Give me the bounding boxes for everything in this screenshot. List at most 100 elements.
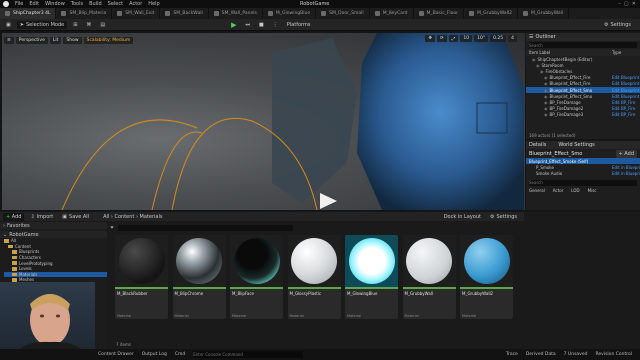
document-tab[interactable]: M_KeyCard xyxy=(370,8,414,19)
menu-item-edit[interactable]: Edit xyxy=(29,1,39,7)
menu-item-build[interactable]: Build xyxy=(89,1,102,7)
asset-tile[interactable]: M_GrubbyWall2 Material xyxy=(460,235,513,319)
breadcrumb-all[interactable]: All xyxy=(103,214,109,220)
import-button[interactable]: ⇩ Import xyxy=(27,213,56,221)
filter-icon[interactable]: ⏷ xyxy=(110,225,114,231)
document-tab[interactable]: M_GrubbyWall xyxy=(518,8,570,19)
edit-in-blueprint-link[interactable]: Edit in Blueprint xyxy=(612,171,640,176)
level-viewport[interactable]: ≡ Perspective Lit Show Scalability: Medi… xyxy=(2,33,525,210)
trace-button[interactable]: Trace xyxy=(506,352,518,357)
show-button[interactable]: Show xyxy=(63,36,82,44)
asset-tile[interactable]: M_GlowingBlue Material xyxy=(345,235,398,319)
outliner-row[interactable]: ◉ Blueprint_Effect_Fire Edit Blueprint xyxy=(526,81,640,87)
outliner-row[interactable]: ◉ BP_FireDamage Edit BP_Fire xyxy=(526,99,640,105)
details-filter-tab[interactable]: Misc xyxy=(588,188,597,193)
visibility-eye-icon[interactable]: ◉ xyxy=(544,112,548,117)
menu-item-tools[interactable]: Tools xyxy=(71,1,83,7)
document-tab[interactable]: SM_Wall_Panels xyxy=(209,8,263,19)
settings-button[interactable]: ⚙ Settings xyxy=(601,21,634,29)
details-search-input[interactable] xyxy=(529,179,637,186)
visibility-eye-icon[interactable]: ◉ xyxy=(540,69,544,74)
unsaved-button[interactable]: 7 Unsaved xyxy=(564,352,588,357)
document-tab[interactable]: SM_Door_Small xyxy=(316,8,370,19)
edit-in-blueprint-link[interactable]: Edit in Blueprint xyxy=(612,165,640,170)
outliner-row[interactable]: ◉ BP_FireDamage3 Edit BP_Fire xyxy=(526,112,640,118)
menu-item-file[interactable]: File xyxy=(15,1,23,7)
outliner-row[interactable]: ◉ Blueprint_Effect_Fire Edit Blueprint xyxy=(526,75,640,81)
angle-snap-value[interactable]: 10° xyxy=(474,35,489,42)
add-button[interactable]: + Add xyxy=(3,212,25,221)
visibility-eye-icon[interactable]: ◉ xyxy=(536,63,540,68)
window-controls[interactable]: – ▢ ✕ xyxy=(618,1,636,7)
outliner-row-type[interactable]: Edit BP_Fire xyxy=(612,106,640,111)
column-item-label[interactable]: Item Label xyxy=(529,50,612,55)
play-options-icon[interactable]: ⋮ xyxy=(270,21,281,29)
cb-settings-button[interactable]: ⚙ Settings xyxy=(487,213,520,221)
outliner-row[interactable]: ◉ Blueprint_Effect_Smo Edit Blueprint xyxy=(526,86,640,94)
asset-tile[interactable]: M_BlipChrome Material xyxy=(172,235,226,319)
blueprint-icon[interactable]: ⌘ xyxy=(83,21,94,29)
document-tab[interactable]: SM_Blip_Materia xyxy=(56,8,113,19)
outliner-row-type[interactable]: Edit BP_Fire xyxy=(612,112,640,117)
asset-tile[interactable]: M_GrubbyWall Material xyxy=(402,235,456,319)
stop-button[interactable]: ■ xyxy=(256,21,267,29)
document-tab[interactable]: M_Basic_Floor xyxy=(414,8,465,19)
add-content-icon[interactable]: ⊞ xyxy=(70,21,80,29)
details-filter-tab[interactable]: LOD xyxy=(571,188,579,193)
asset-tile[interactable]: M_BlipFace Material xyxy=(230,235,283,319)
step-button[interactable]: ⏭ xyxy=(243,21,254,29)
menu-item-window[interactable]: Window xyxy=(45,1,65,7)
outliner-row-type[interactable]: Edit BP_Fire xyxy=(612,100,640,105)
details-filter-tab[interactable]: General xyxy=(529,188,545,193)
visibility-eye-icon[interactable]: ◉ xyxy=(544,106,548,111)
visibility-eye-icon[interactable]: ◉ xyxy=(544,94,548,99)
fov-value[interactable]: 0.25 xyxy=(490,35,507,42)
outliner-search-input[interactable] xyxy=(529,42,637,48)
console-input[interactable] xyxy=(193,351,304,358)
visibility-eye-icon[interactable]: ◉ xyxy=(544,75,548,80)
grid-snap-value[interactable]: 10 xyxy=(460,35,473,42)
document-tab[interactable]: SM_BackWall xyxy=(160,8,209,19)
document-tab[interactable]: M_GrubbyWall2 xyxy=(464,8,518,19)
outliner-row[interactable]: ◉ BP_FireDamage2 Edit BP_Fire xyxy=(526,106,640,112)
asset-tile[interactable]: M_GlossyPlastic Material xyxy=(287,235,341,319)
asset-search-input[interactable] xyxy=(118,224,294,231)
translate-icon[interactable]: ✥ xyxy=(425,35,435,42)
breadcrumb-content[interactable]: Content xyxy=(114,214,134,220)
content-drawer-button[interactable]: Content Drawer xyxy=(98,352,134,357)
save-all-button[interactable]: ▣ Save All xyxy=(59,213,92,221)
breadcrumb-materials[interactable]: Materials xyxy=(140,214,163,220)
sequencer-icon[interactable]: ▤ xyxy=(97,21,108,29)
derived-data-button[interactable]: Derived Data xyxy=(526,352,556,357)
lit-button[interactable]: Lit xyxy=(49,36,62,44)
outliner-row-type[interactable]: Edit Blueprint xyxy=(612,81,640,86)
play-button[interactable]: ▶ xyxy=(228,21,239,29)
viewport-menu-button[interactable]: ≡ xyxy=(4,36,14,44)
output-log-button[interactable]: Output Log xyxy=(142,352,167,357)
save-icon[interactable]: ▣ xyxy=(3,21,14,29)
menu-item-select[interactable]: Select xyxy=(108,1,123,7)
visibility-eye-icon[interactable]: ◉ xyxy=(544,81,548,86)
platforms-button[interactable]: Platforms xyxy=(284,21,314,29)
outliner-row[interactable]: ◉ Blueprint_Effect_Smo Edit Blueprint xyxy=(526,93,640,99)
visibility-eye-icon[interactable]: ◉ xyxy=(544,88,548,93)
outliner-row-type[interactable]: Edit Blueprint xyxy=(612,75,640,80)
world-settings-tab[interactable]: World Settings xyxy=(558,142,594,148)
perspective-button[interactable]: Perspective xyxy=(15,36,48,44)
details-filter-tab[interactable]: Actor xyxy=(553,188,564,193)
details-actor-name[interactable]: Blueprint_Effect_Smo xyxy=(529,151,616,157)
outliner-row-type[interactable]: Edit Blueprint xyxy=(612,94,640,99)
selection-mode-button[interactable]: ➤ Selection Mode xyxy=(16,20,68,29)
asset-tile[interactable]: M_BlackRubber Material xyxy=(115,235,168,319)
favorites-header[interactable]: › Favorites xyxy=(0,222,107,229)
cmd-button[interactable]: Cmd xyxy=(175,352,185,357)
dock-button[interactable]: Dock in Layout xyxy=(441,213,484,221)
menu-item-help[interactable]: Help xyxy=(148,1,159,7)
column-type[interactable]: Type xyxy=(612,50,640,55)
component-row[interactable]: P_Smoke Edit in Blueprint xyxy=(526,164,640,170)
scalability-badge[interactable]: Scalability: Medium xyxy=(83,36,134,44)
rotate-icon[interactable]: ⟳ xyxy=(436,35,447,42)
project-root-header[interactable]: ⌄ RobotGame xyxy=(0,231,107,238)
document-tab[interactable]: ShipChapter3 4L xyxy=(0,8,57,19)
scale-icon[interactable]: ⤢ xyxy=(448,35,459,42)
